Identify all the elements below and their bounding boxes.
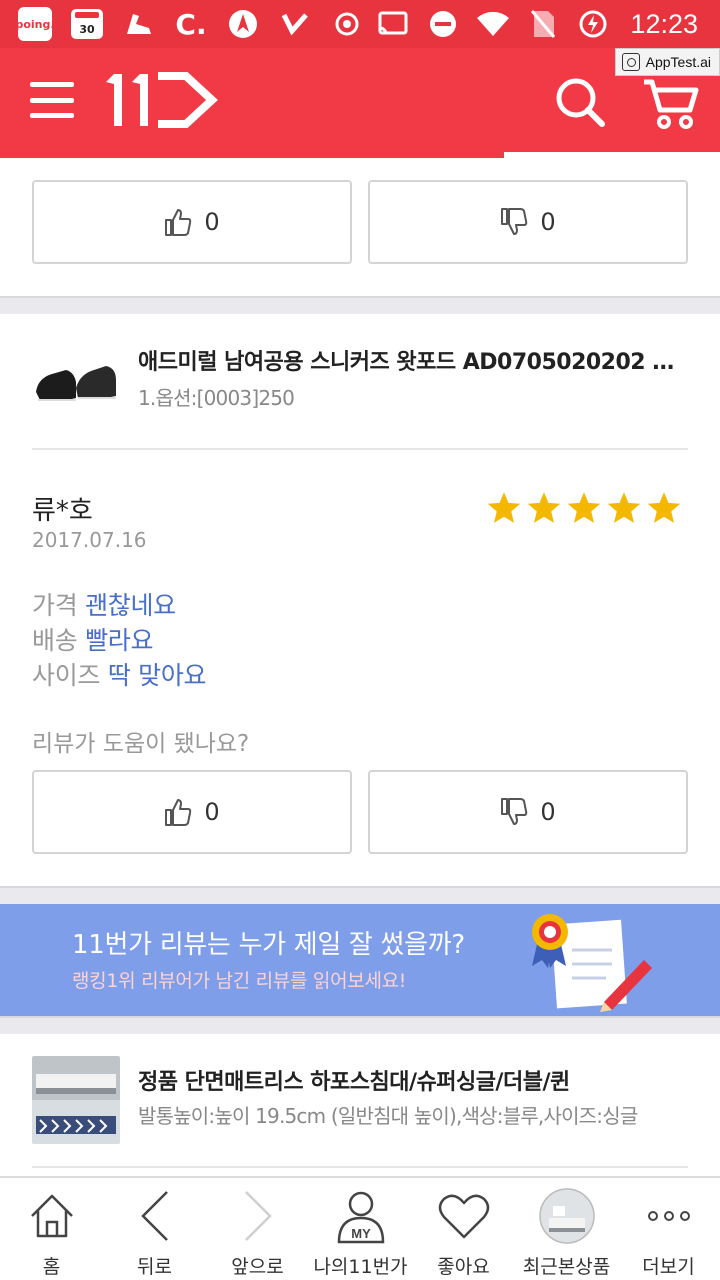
banner-title: 11번가 리뷰는 누가 제일 잘 썼을까? bbox=[72, 930, 465, 960]
battery-charging-icon bbox=[576, 7, 610, 41]
star-icon bbox=[487, 492, 521, 523]
thumbs-down-button[interactable]: 0 bbox=[368, 770, 688, 854]
thumbs-down-button[interactable]: 0 bbox=[368, 180, 688, 264]
status-bar: poing. 30 C. 12:23 bbox=[0, 0, 720, 48]
product-option: 1.옵션:[0003]250 bbox=[138, 386, 295, 410]
star-icon bbox=[567, 492, 601, 523]
wifi-icon bbox=[476, 7, 510, 41]
thumbs-up-icon bbox=[165, 799, 192, 826]
chevron-right-icon bbox=[230, 1188, 286, 1244]
nav-likes[interactable]: 좋아요 bbox=[412, 1178, 515, 1280]
heart-icon bbox=[436, 1188, 492, 1244]
apptest-watermark: AppTest.ai bbox=[614, 48, 720, 76]
hamburger-line bbox=[30, 97, 74, 103]
camera-icon bbox=[621, 53, 640, 71]
banner-subtitle: 랭킹1위 리뷰어가 남긴 리뷰를 읽어보세요! bbox=[72, 970, 407, 992]
nav-forward-label: 앞으로 bbox=[231, 1256, 284, 1278]
review-item-delivery: 배송 빨라요 bbox=[32, 626, 154, 655]
nav-forward[interactable]: 앞으로 bbox=[206, 1178, 309, 1280]
star-icon bbox=[647, 492, 681, 523]
nav-back-label: 뒤로 bbox=[137, 1256, 172, 1278]
clock: 12:23 bbox=[630, 8, 698, 39]
more-icon bbox=[641, 1188, 697, 1244]
nav-home[interactable]: 홈 bbox=[0, 1178, 103, 1280]
record-icon bbox=[330, 7, 364, 41]
reviewer-name: 류*호 bbox=[32, 496, 93, 526]
poing-app-icon: poing. bbox=[15, 7, 55, 41]
check-icon bbox=[278, 7, 312, 41]
nav-likes-label: 좋아요 bbox=[437, 1256, 490, 1278]
cart-icon bbox=[644, 79, 699, 129]
product-thumbnail[interactable] bbox=[32, 348, 120, 412]
separator bbox=[32, 1166, 688, 1168]
nav-more[interactable]: 더보기 bbox=[617, 1178, 720, 1280]
review-date: 2017.07.16 bbox=[32, 528, 147, 552]
hamburger-line bbox=[30, 82, 74, 87]
header-underline bbox=[0, 152, 504, 158]
no-sim-icon bbox=[526, 7, 560, 41]
sync-icon bbox=[226, 7, 260, 41]
star-rating bbox=[486, 490, 682, 526]
home-icon bbox=[24, 1188, 80, 1244]
thumbs-up-count: 0 bbox=[204, 798, 220, 826]
review-ranking-banner[interactable]: 11번가 리뷰는 누가 제일 잘 썼을까? 랭킹1위 리뷰어가 남긴 리뷰를 읽… bbox=[0, 904, 720, 1016]
nav-my11st-label: 나의11번가 bbox=[313, 1256, 408, 1278]
bottom-navigation: 홈 뒤로 앞으로 MY 나의11번가 좋아요 최근본상품 더보기 bbox=[0, 1176, 720, 1280]
review-item-size: 사이즈 딱 맞아요 bbox=[32, 661, 207, 690]
thumbs-down-icon bbox=[501, 798, 528, 825]
hamburger-line bbox=[30, 113, 74, 118]
app-header bbox=[0, 48, 720, 152]
thumbs-down-icon bbox=[501, 208, 528, 235]
menu-button[interactable] bbox=[30, 82, 74, 118]
nav-more-label: 더보기 bbox=[642, 1256, 695, 1278]
helpful-question: 리뷰가 도움이 됐나요? bbox=[32, 731, 250, 757]
thumbs-up-icon bbox=[165, 209, 192, 236]
search-button[interactable] bbox=[552, 74, 608, 130]
cast-icon bbox=[376, 7, 410, 41]
separator bbox=[32, 448, 688, 450]
svg-text:MY: MY bbox=[351, 1226, 371, 1241]
calendar-icon: 30 bbox=[70, 7, 104, 41]
product-name[interactable]: 정품 단면매트리스 하포스침대/슈퍼싱글/더블/퀸 bbox=[138, 1064, 690, 1096]
nav-recent-label: 최근본상품 bbox=[522, 1256, 611, 1278]
user-icon: MY bbox=[333, 1188, 389, 1244]
star-icon bbox=[527, 492, 561, 523]
do-not-disturb-icon bbox=[426, 7, 460, 41]
logo-11st[interactable] bbox=[100, 70, 220, 130]
search-icon bbox=[556, 78, 605, 127]
cart-button[interactable] bbox=[640, 72, 700, 132]
c-app-icon: C. bbox=[175, 7, 207, 41]
thumbs-down-count: 0 bbox=[540, 208, 556, 236]
section-divider bbox=[0, 296, 720, 314]
nav-home-label: 홈 bbox=[42, 1256, 61, 1278]
star-icon bbox=[607, 492, 641, 523]
thumbs-up-button[interactable]: 0 bbox=[32, 180, 352, 264]
award-document-icon bbox=[532, 914, 652, 1012]
sneaker-icon bbox=[122, 7, 156, 41]
thumbs-up-button[interactable]: 0 bbox=[32, 770, 352, 854]
product-name[interactable]: 애드미럴 남여공용 스니커즈 왓포드 AD0705020202 블랙 bbox=[138, 344, 690, 376]
section-divider bbox=[0, 1016, 720, 1034]
section-divider bbox=[0, 886, 720, 904]
nav-my11st[interactable]: MY 나의11번가 bbox=[309, 1178, 412, 1280]
thumbs-up-count: 0 bbox=[204, 208, 220, 236]
product-option: 발통높이:높이 19.5cm (일반침대 높이),색상:블루,사이즈:싱글 bbox=[138, 1104, 638, 1128]
thumbs-down-count: 0 bbox=[540, 798, 556, 826]
nav-recent[interactable]: 최근본상품 bbox=[515, 1178, 618, 1280]
nav-back[interactable]: 뒤로 bbox=[103, 1178, 206, 1280]
recent-product-thumbnail bbox=[538, 1188, 595, 1244]
chevron-left-icon bbox=[127, 1188, 183, 1244]
product-thumbnail[interactable] bbox=[32, 1056, 120, 1144]
review-item-price: 가격 괜찮네요 bbox=[32, 591, 176, 620]
